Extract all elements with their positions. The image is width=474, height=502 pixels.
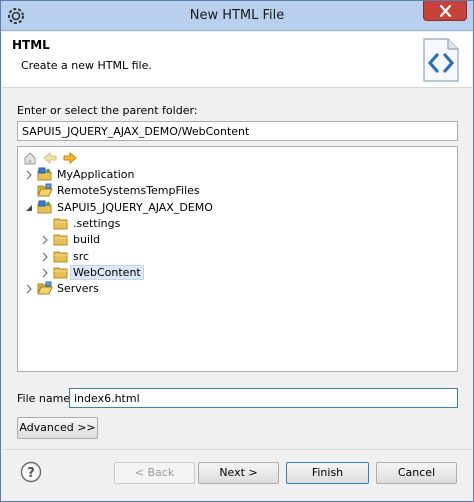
home-icon[interactable] (22, 150, 38, 166)
parent-folder-input[interactable]: SAPUI5_JQUERY_AJAX_DEMO/WebContent (17, 121, 458, 141)
collapsed-arrow-icon[interactable] (24, 281, 34, 297)
close-icon (439, 5, 452, 17)
collapsed-arrow-icon[interactable] (40, 232, 50, 248)
back-arrow-icon[interactable] (42, 150, 58, 166)
folder-icon (53, 265, 69, 281)
next-button[interactable]: Next > (198, 462, 279, 484)
folder-icon (53, 232, 69, 248)
parent-folder-label: Enter or select the parent folder: (17, 104, 198, 117)
expanded-arrow-icon[interactable] (24, 200, 34, 216)
collapsed-arrow-icon[interactable] (40, 265, 50, 281)
collapsed-arrow-icon[interactable] (24, 167, 34, 183)
new-html-file-dialog: New HTML File HTML Create a new HTML fil… (0, 0, 474, 502)
finish-button[interactable]: Finish (286, 462, 369, 484)
button-bar-separator (2, 449, 472, 450)
html-file-wizard-icon (420, 37, 462, 83)
close-button[interactable] (423, 1, 467, 21)
wizard-title: HTML (12, 38, 50, 52)
tree-item-label: MyApplication (57, 168, 135, 181)
project-icon (37, 167, 53, 183)
folder-open-icon (37, 183, 53, 199)
tree-item-label: SAPUI5_JQUERY_AJAX_DEMO (57, 200, 213, 214)
tree-item-label: RemoteSystemsTempFiles (57, 184, 200, 198)
svg-text:?: ? (27, 466, 35, 481)
tree-item-label: .settings (73, 216, 121, 230)
project-icon (37, 200, 53, 216)
title-bar[interactable]: New HTML File (1, 1, 473, 31)
wizard-header: HTML Create a new HTML file. (2, 32, 472, 88)
cancel-button[interactable]: Cancel (376, 462, 457, 484)
wizard-description: Create a new HTML file. (21, 59, 152, 72)
tree-item-label: WebContent (70, 264, 144, 280)
folder-tree[interactable]: MyApplication RemoteSystemsTempFiles SAPUI… (17, 146, 458, 372)
collapsed-arrow-icon[interactable] (40, 249, 50, 265)
tree-item-label: src (73, 249, 90, 263)
back-button[interactable]: < Back (114, 462, 195, 484)
folder-open-icon (37, 281, 53, 297)
tree-item-label: Servers (57, 282, 99, 296)
folder-icon (53, 249, 69, 265)
advanced-button[interactable]: Advanced >> (17, 417, 98, 439)
tree-item-label: build (73, 233, 101, 247)
forward-arrow-icon[interactable] (62, 150, 78, 166)
window-title: New HTML File (189, 8, 285, 23)
file-name-label: File name: (17, 392, 74, 405)
folder-icon (53, 216, 69, 232)
file-name-input[interactable]: index6.html (69, 388, 458, 408)
help-icon[interactable]: ? (20, 461, 42, 483)
